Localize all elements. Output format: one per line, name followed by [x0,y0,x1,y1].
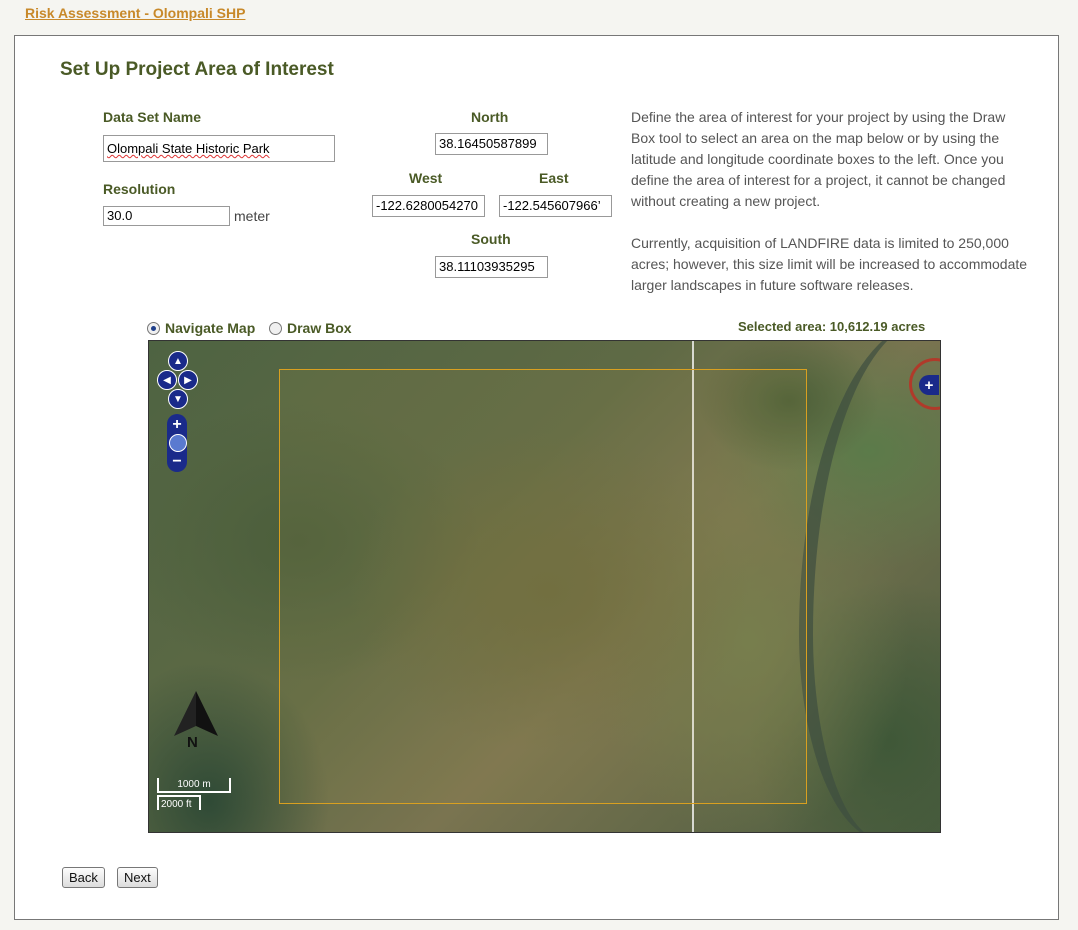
instructions-paragraph-2: Currently, acquisition of LANDFIRE data … [631,235,1028,293]
page-title: Set Up Project Area of Interest [60,59,334,80]
next-button[interactable]: Next [117,867,158,888]
area-selection-box[interactable] [279,369,807,804]
west-label: West [409,170,443,186]
scale-bar: 1000 m 2000 ft [157,778,237,820]
satellite-map[interactable]: ▲ ◀ ▶ ▼ + − + N 1000 m 2000 ft [148,340,941,833]
back-button[interactable]: Back [62,867,105,888]
dataset-name-label: Data Set Name [103,109,202,125]
selected-area-readout: Selected area: 10,612.19 acres [738,319,926,334]
radio-unselected-icon[interactable] [269,321,282,335]
navigate-map-label: Navigate Map [165,320,256,336]
scale-imperial: 2000 ft [157,795,201,810]
pan-left-icon[interactable]: ◀ [157,370,177,390]
zoom-in-icon[interactable]: + [167,416,187,434]
expand-layers-icon[interactable]: + [919,375,939,395]
pan-control: ▲ ◀ ▶ ▼ [157,351,198,411]
instructions-text: Define the area of interest for your pro… [631,107,1031,317]
scale-metric: 1000 m [157,778,231,793]
navigate-map-radio[interactable]: Navigate Map [147,320,255,336]
pan-down-icon[interactable]: ▼ [168,389,188,409]
pan-up-icon[interactable]: ▲ [168,351,188,371]
breadcrumb-link[interactable]: Risk Assessment - Olompali SHP [25,5,245,21]
south-input[interactable]: 38.11103935295 [435,256,548,278]
east-input[interactable]: -122.545607966’ [499,195,612,217]
north-arrow-label: N [187,734,198,751]
river-feature [799,341,940,832]
west-input[interactable]: -122.6280054270 [372,195,485,217]
north-label: North [471,109,509,125]
resolution-label: Resolution [103,181,176,197]
zoom-out-icon[interactable]: − [167,453,187,471]
pan-right-icon[interactable]: ▶ [178,370,198,390]
resolution-input[interactable]: 30.0 [103,206,230,226]
draw-box-label: Draw Box [287,320,352,336]
instructions-paragraph-1: Define the area of interest for your pro… [631,109,1006,209]
dataset-name-input[interactable]: Olompali State Historic Park [103,135,335,162]
north-input[interactable]: 38.16450587899 [435,133,548,155]
main-panel: Set Up Project Area of Interest Data Set… [14,35,1059,920]
draw-box-radio[interactable]: Draw Box [269,320,352,336]
zoom-world-icon[interactable] [169,434,187,452]
radio-selected-icon[interactable] [147,321,160,335]
east-label: East [539,170,569,186]
south-label: South [471,231,511,247]
resolution-unit: meter [234,208,270,224]
